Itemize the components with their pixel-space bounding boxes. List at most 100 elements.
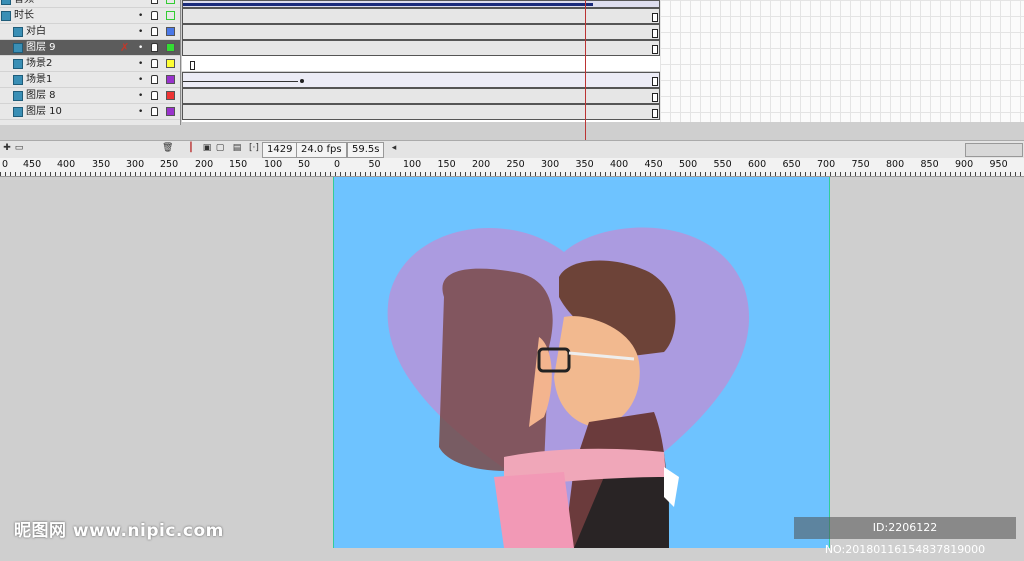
outline-color-swatch[interactable]: [166, 11, 175, 20]
ruler-label: 450: [23, 159, 42, 170]
layer8-track[interactable]: [182, 88, 660, 104]
ruler-label: 0: [334, 159, 341, 170]
ruler-label: 750: [851, 159, 870, 170]
lock-icon[interactable]: [151, 27, 158, 36]
ruler-label: 50: [298, 159, 311, 170]
outline-color-swatch[interactable]: [166, 107, 175, 116]
layer-panel: 音频 • 时长 • 对白 • 图层 9 ✗ • 场景2 • 场景1 • 图层 8 • 图层 10 •: [0, 0, 181, 125]
ruler-label: 350: [92, 159, 111, 170]
lock-icon[interactable]: [151, 0, 158, 4]
layer-row[interactable]: 时长 •: [0, 8, 180, 24]
dialogue-track[interactable]: [182, 24, 660, 40]
layer-name[interactable]: 图层 9: [26, 40, 56, 56]
scene2-track[interactable]: [182, 56, 660, 72]
layer-name[interactable]: 场景2: [26, 56, 52, 72]
ruler-label: 300: [541, 159, 560, 170]
modify-markers-icon[interactable]: [·]: [249, 143, 259, 154]
layer-row[interactable]: 图层 9 ✗ •: [0, 40, 180, 56]
visibility-toggle[interactable]: •: [138, 88, 143, 104]
ruler-label: 550: [713, 159, 732, 170]
outline-color-swatch[interactable]: [166, 0, 175, 4]
outline-color-swatch[interactable]: [166, 75, 175, 84]
onion-outline-icon[interactable]: ▢: [215, 143, 225, 154]
lock-icon[interactable]: [151, 91, 158, 100]
current-frame[interactable]: 1429: [262, 142, 298, 158]
layer-icon: [13, 91, 23, 101]
layer-row[interactable]: 对白 •: [0, 24, 180, 40]
ruler-label: 300: [126, 159, 145, 170]
onion-skin-icon[interactable]: ▣: [202, 143, 212, 154]
layer-name[interactable]: 时长: [14, 8, 34, 24]
visibility-toggle[interactable]: •: [138, 104, 143, 120]
lock-icon[interactable]: [151, 59, 158, 68]
timeline-empty-frames[interactable]: [660, 0, 1024, 122]
ruler-label: 50: [368, 159, 381, 170]
ruler-label: 150: [229, 159, 248, 170]
ruler-label: 350: [575, 159, 594, 170]
ruler-label: 100: [264, 159, 283, 170]
layer-name[interactable]: 场景1: [26, 72, 52, 88]
elapsed-time: 59.5s: [347, 142, 385, 158]
outline-color-swatch[interactable]: [166, 59, 175, 68]
ruler-label: 250: [160, 159, 179, 170]
edit-multiple-frames-icon[interactable]: ▤: [232, 143, 242, 154]
frame-rate[interactable]: 24.0 fps: [296, 142, 347, 158]
ruler-label: 450: [644, 159, 663, 170]
layer-icon: [1, 0, 11, 5]
delete-layer-icon[interactable]: 🗑: [162, 143, 173, 154]
visibility-toggle[interactable]: •: [138, 0, 143, 8]
ruler-label: 950: [989, 159, 1008, 170]
layer-icon: [13, 59, 23, 69]
add-layer-icon[interactable]: ✚: [2, 143, 12, 154]
ruler-label: 700: [817, 159, 836, 170]
layer-icon: [1, 11, 11, 21]
horizontal-scrollbar[interactable]: [965, 143, 1023, 157]
layer-name[interactable]: 音频: [14, 0, 34, 8]
layer10-track[interactable]: [182, 104, 660, 120]
outline-color-swatch[interactable]: [166, 27, 175, 36]
audio-track[interactable]: [182, 0, 660, 8]
ruler-label: 100: [403, 159, 422, 170]
ruler-label: 400: [610, 159, 629, 170]
stage-ruler: 0 450 400 350 300 250 200 150 100 50 0 50 100 150 200 2…: [0, 158, 1024, 177]
layer-row[interactable]: 场景1 •: [0, 72, 180, 88]
center-frame-icon[interactable]: ┃: [186, 143, 196, 154]
timeline-status-bar: ✚ ▭ 🗑 ┃ ▣ ▢ ▤ [·] 1429 24.0 fps 59.5s ◂: [0, 140, 1024, 159]
visibility-toggle[interactable]: •: [138, 72, 143, 88]
ruler-label: 200: [472, 159, 491, 170]
timeline-frames[interactable]: [182, 0, 660, 122]
layer-row[interactable]: 场景2 •: [0, 56, 180, 72]
ruler-label: 500: [679, 159, 698, 170]
ruler-label: 250: [506, 159, 525, 170]
layer-name[interactable]: 图层 10: [26, 104, 62, 120]
visibility-toggle[interactable]: •: [138, 8, 143, 24]
outline-color-swatch[interactable]: [166, 91, 175, 100]
ruler-label: 600: [748, 159, 767, 170]
visibility-toggle[interactable]: •: [138, 24, 143, 40]
layer-icon: [13, 27, 23, 37]
lock-icon[interactable]: [151, 43, 158, 52]
playhead[interactable]: [585, 0, 586, 140]
lock-icon[interactable]: [151, 107, 158, 116]
layer-row[interactable]: 图层 8 •: [0, 88, 180, 104]
stage[interactable]: [333, 177, 830, 548]
layer-row[interactable]: 图层 10 •: [0, 104, 180, 120]
add-folder-icon[interactable]: ▭: [14, 143, 24, 154]
layer-name[interactable]: 图层 8: [26, 88, 56, 104]
visibility-toggle[interactable]: •: [138, 56, 143, 72]
layer-row[interactable]: 音频 •: [0, 0, 180, 8]
ruler-label: 800: [886, 159, 905, 170]
scroll-left-icon[interactable]: ◂: [389, 143, 399, 154]
lock-icon[interactable]: [151, 11, 158, 20]
lock-icon[interactable]: [151, 75, 158, 84]
scene1-track[interactable]: [182, 72, 660, 88]
layer-name[interactable]: 对白: [26, 24, 46, 40]
ruler-label: 650: [782, 159, 801, 170]
ruler-label: 850: [920, 159, 939, 170]
outline-color-swatch[interactable]: [166, 43, 175, 52]
duration-track[interactable]: [182, 8, 660, 24]
girl-dress: [494, 472, 574, 548]
layer9-track[interactable]: [182, 40, 660, 56]
ruler-label: 150: [437, 159, 456, 170]
visibility-toggle[interactable]: •: [138, 40, 143, 56]
